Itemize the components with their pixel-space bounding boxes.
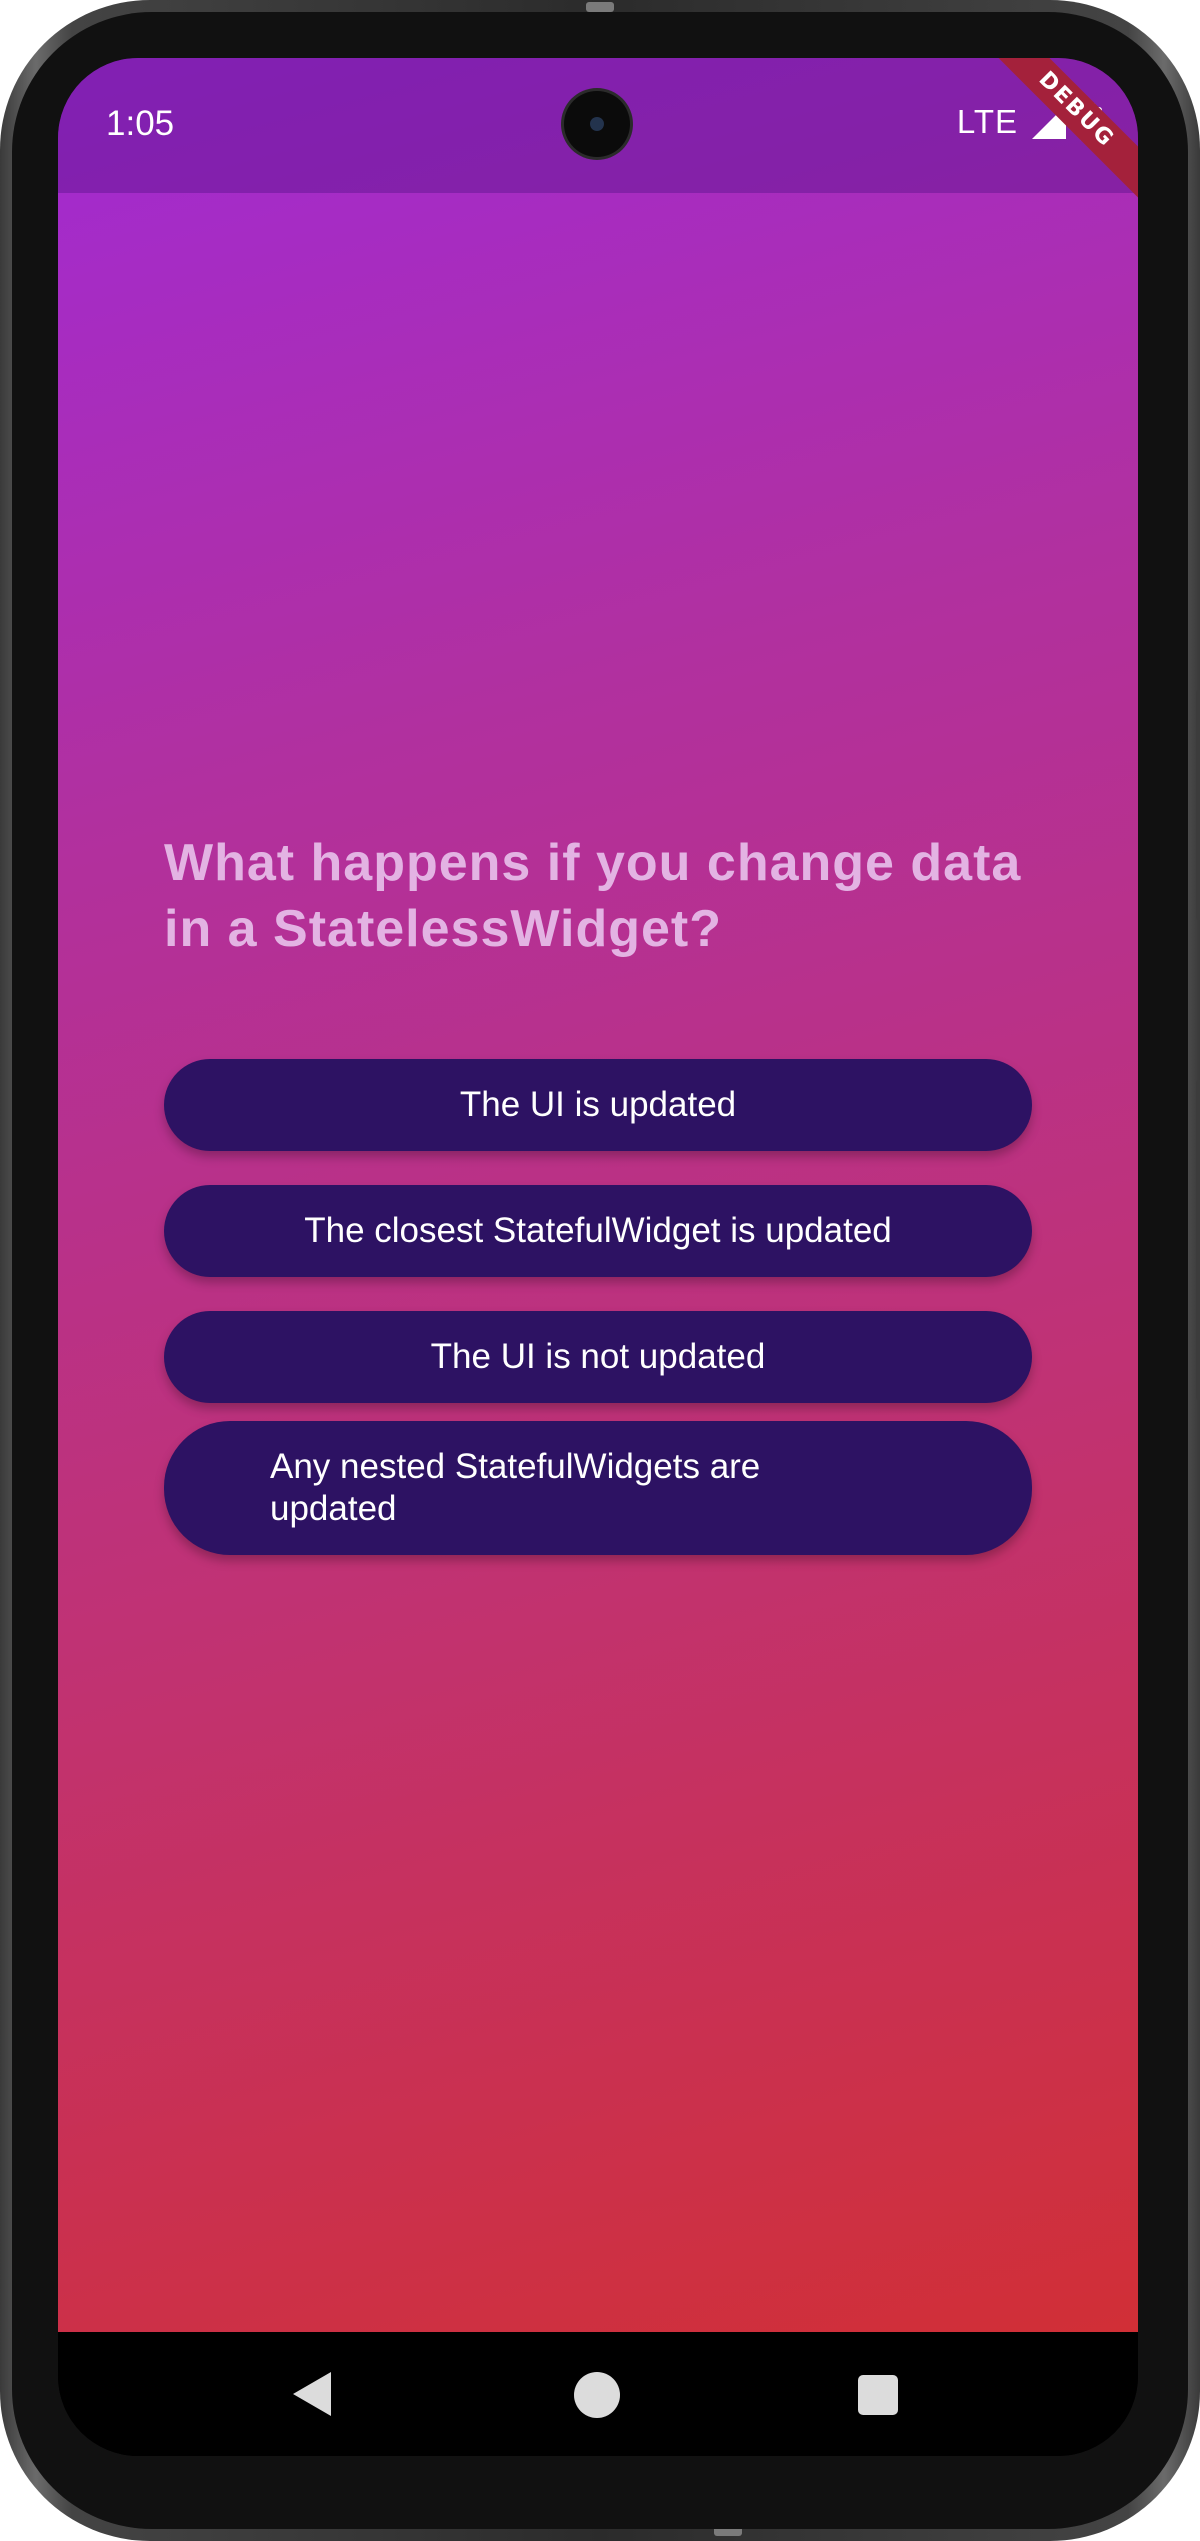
power-button <box>1196 1080 1200 1400</box>
answer-button-4[interactable]: Any nested StatefulWidgets are updated <box>164 1421 1032 1555</box>
home-circle-icon[interactable] <box>574 2372 620 2418</box>
status-time: 1:05 <box>106 104 175 143</box>
quiz-screen: 1:05 LTE DEBUG What happens if you chang… <box>58 58 1138 2332</box>
back-triangle-icon[interactable] <box>293 2372 331 2421</box>
status-bar: 1:05 LTE <box>58 58 1138 193</box>
frame-connector-top <box>586 2 614 12</box>
recents-square-icon[interactable] <box>858 2375 898 2415</box>
volume-button <box>1196 690 1200 920</box>
question-text: What happens if you change data in a Sta… <box>164 834 1022 958</box>
navigation-bar <box>58 2332 1138 2456</box>
front-camera <box>564 91 630 157</box>
answer-button-2[interactable]: The closest StatefulWidget is updated <box>164 1185 1032 1277</box>
device-screen: 1:05 LTE DEBUG What happens if you chang… <box>58 58 1138 2456</box>
answer-button-3[interactable]: The UI is not updated <box>164 1311 1032 1403</box>
answer-button-1[interactable]: The UI is updated <box>164 1059 1032 1151</box>
network-type-label: LTE <box>956 103 1018 140</box>
phone-frame: 1:05 LTE DEBUG What happens if you chang… <box>0 0 1200 2541</box>
